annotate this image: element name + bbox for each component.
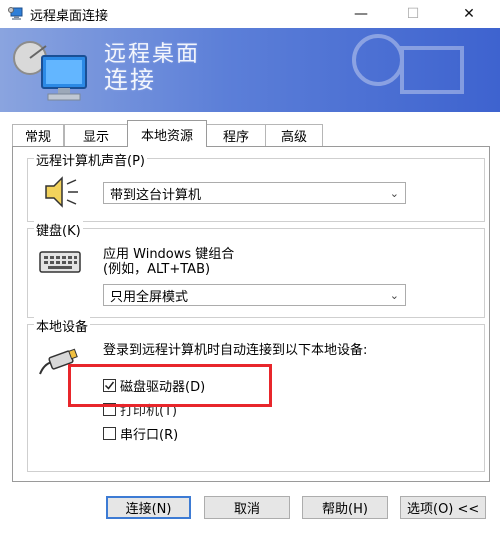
remote-desktop-logo-icon	[13, 41, 87, 101]
chevron-down-icon: ⌄	[389, 289, 399, 302]
serial-port-checkbox[interactable]	[103, 427, 116, 440]
serial-port-option[interactable]: 串行口(R)	[103, 424, 178, 443]
serial-port-label: 串行口(R)	[120, 428, 179, 443]
local-devices-description: 登录到远程计算机时自动连接到以下本地设备:	[103, 343, 368, 358]
tab-advanced[interactable]: 高级	[265, 124, 323, 146]
keyboard-icon	[39, 251, 81, 273]
tab-local-resources[interactable]: 本地资源	[127, 120, 207, 147]
tab-general[interactable]: 常规	[12, 124, 64, 146]
banner-watermark-icon	[352, 34, 464, 94]
annotation-highlight-box	[68, 364, 272, 407]
minimize-button[interactable]: —	[338, 0, 384, 28]
help-button[interactable]: 帮助(H)	[302, 496, 388, 519]
chevron-down-icon: ⌄	[389, 187, 399, 200]
banner-title-line2: 连接	[104, 66, 156, 94]
maximize-button[interactable]: ☐	[390, 0, 436, 28]
cancel-button[interactable]: 取消	[204, 496, 290, 519]
keyboard-mode-dropdown[interactable]: 只用全屏模式 ⌄	[103, 284, 406, 306]
speaker-icon	[45, 176, 78, 208]
audio-dropdown[interactable]: 带到这台计算机 ⌄	[103, 182, 406, 204]
tab-programs[interactable]: 程序	[206, 124, 266, 146]
close-button[interactable]: ✕	[446, 0, 492, 28]
options-button[interactable]: 选项(O) <<	[400, 496, 486, 519]
audio-group-label: 远程计算机声音(P)	[34, 150, 147, 169]
local-devices-group-label: 本地设备	[34, 316, 91, 335]
audio-dropdown-value: 带到这台计算机	[110, 187, 202, 203]
keyboard-mode-value: 只用全屏模式	[110, 289, 189, 305]
tab-display[interactable]: 显示	[64, 124, 128, 146]
keyboard-group-label: 键盘(K)	[34, 220, 83, 239]
header-banner: 远程桌面 连接	[0, 28, 500, 112]
keyboard-example: (例如，ALT+TAB)	[103, 262, 211, 277]
connect-button[interactable]: 连接(N)	[106, 496, 191, 519]
remote-desktop-icon	[8, 7, 23, 20]
window-title: 远程桌面连接	[30, 9, 109, 24]
